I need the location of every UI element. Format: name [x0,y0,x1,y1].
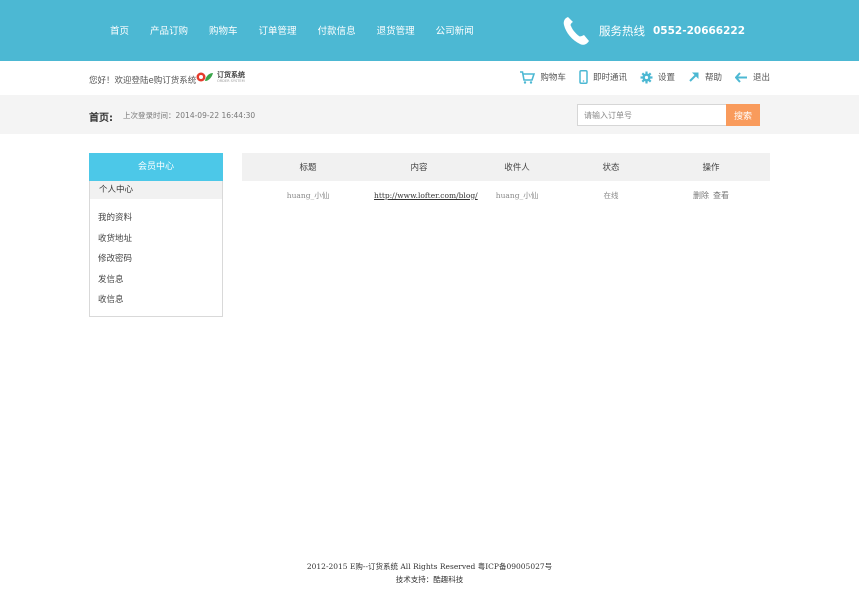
nav-cart[interactable]: 购物车 [209,23,238,37]
column-header-status: 状态 [602,163,620,173]
nav-product-order[interactable]: 产品订购 [150,23,188,37]
nav-home[interactable]: 首页 [110,23,129,37]
nav-returns-management[interactable]: 退货管理 [377,23,415,37]
cart-link[interactable]: 购物车 [519,70,566,84]
cell-title: huang_小仙 [286,190,330,200]
delete-button[interactable]: 删除 [693,191,709,200]
settings-link[interactable]: 设置 [640,71,675,84]
gear-icon [640,71,653,83]
sidebar-title: 会员中心 [89,153,223,181]
top-header: 首页 产品订购 购物车 订单管理 付款信息 退货管理 公司新闻 服务热线 055… [0,0,859,61]
view-button[interactable]: 查看 [713,191,729,200]
help-label: 帮助 [704,73,722,83]
system-logo: 订货系统 ORDER SYSTEM [196,71,245,83]
table-row: huang_小仙 http://www.lofter.com/blog/ hua… [242,181,770,209]
settings-label: 设置 [657,73,675,83]
phone-icon [563,17,589,45]
welcome-text: 您好！欢迎登陆e购订货系统 [89,76,197,86]
sidebar-item-my-profile[interactable]: 我的资料 [90,208,222,229]
breadcrumb-home[interactable]: 首页: [89,109,113,124]
column-header-content: 内容 [410,163,428,173]
instant-message-label: 即时通讯 [592,73,627,83]
sidebar-item-shipping-address[interactable]: 收货地址 [90,229,222,250]
hotline-label: 服务热线 [599,24,645,38]
cart-icon [520,70,536,84]
user-bar: 您好！欢迎登陆e购订货系统 订货系统 ORDER SYSTEM 购物车 即时通讯 [0,61,859,95]
logo-subtext: ORDER SYSTEM [217,79,245,83]
service-hotline: 服务热线 0552-20666222 [561,14,745,48]
main-nav: 首页 产品订购 购物车 订单管理 付款信息 退货管理 公司新闻 [110,23,495,37]
column-header-recipient: 收件人 [504,163,530,173]
tool-links: 购物车 即时通讯 设置 帮助 退出 [506,70,770,84]
help-link[interactable]: 帮助 [688,71,722,83]
back-arrow-icon [734,71,747,83]
cell-actions: 删除 查看 [652,181,770,209]
order-search-input[interactable] [577,104,727,126]
nav-company-news[interactable]: 公司新闻 [436,23,474,37]
hotline-number: 0552-20666222 [653,25,746,37]
breadcrumb-bar: 首页: 上次登录时间：2014-09-22 16:44:30 搜索 [0,95,859,134]
logout-link[interactable]: 退出 [734,71,770,83]
footer: 2012-2015 E购--订货系统 All Rights Reserved 粤… [0,560,859,586]
instant-message-link[interactable]: 即时通讯 [579,70,627,84]
logo-text: 订货系统 [217,71,245,79]
footer-tech-support: 技术支持：酷趣科技 [395,575,464,584]
sidebar-item-send-message[interactable]: 发信息 [90,270,222,291]
footer-copyright: 2012-2015 E购--订货系统 All Rights Reserved 粤… [306,562,553,571]
member-sidebar: 会员中心 个人中心 我的资料 收货地址 修改密码 发信息 收信息 [89,153,223,317]
help-arrow-icon [689,72,699,82]
last-login-time: 上次登录时间：2014-09-22 16:44:30 [123,111,256,120]
nav-payment-info[interactable]: 付款信息 [318,23,356,37]
sidebar-item-inbox[interactable]: 收信息 [90,290,222,311]
sidebar-section-personal[interactable]: 个人中心 [90,181,222,199]
cell-content: http://www.lofter.com/blog/ [374,181,478,209]
mobile-icon [579,70,588,84]
cell-status: 在线 [603,190,619,200]
column-header-title: 标题 [299,163,317,173]
cart-link-label: 购物车 [540,73,566,83]
column-header-actions: 操作 [702,163,720,173]
content-link[interactable]: http://www.lofter.com/blog/ [374,191,478,200]
message-table-container: 标题 内容 收件人 状态 操作 huang_小仙 http://www.loft… [242,153,770,209]
sidebar-menu: 我的资料 收货地址 修改密码 发信息 收信息 [90,199,222,311]
logo-mark-icon [196,72,213,82]
cell-recipient: huang_小仙 [495,190,539,200]
message-table: 标题 内容 收件人 状态 操作 huang_小仙 http://www.loft… [242,153,770,209]
table-header-row: 标题 内容 收件人 状态 操作 [242,153,770,181]
sidebar-item-change-password[interactable]: 修改密码 [90,249,222,270]
nav-order-management[interactable]: 订单管理 [259,23,297,37]
logout-label: 退出 [752,73,770,83]
search-button[interactable]: 搜索 [726,104,760,126]
